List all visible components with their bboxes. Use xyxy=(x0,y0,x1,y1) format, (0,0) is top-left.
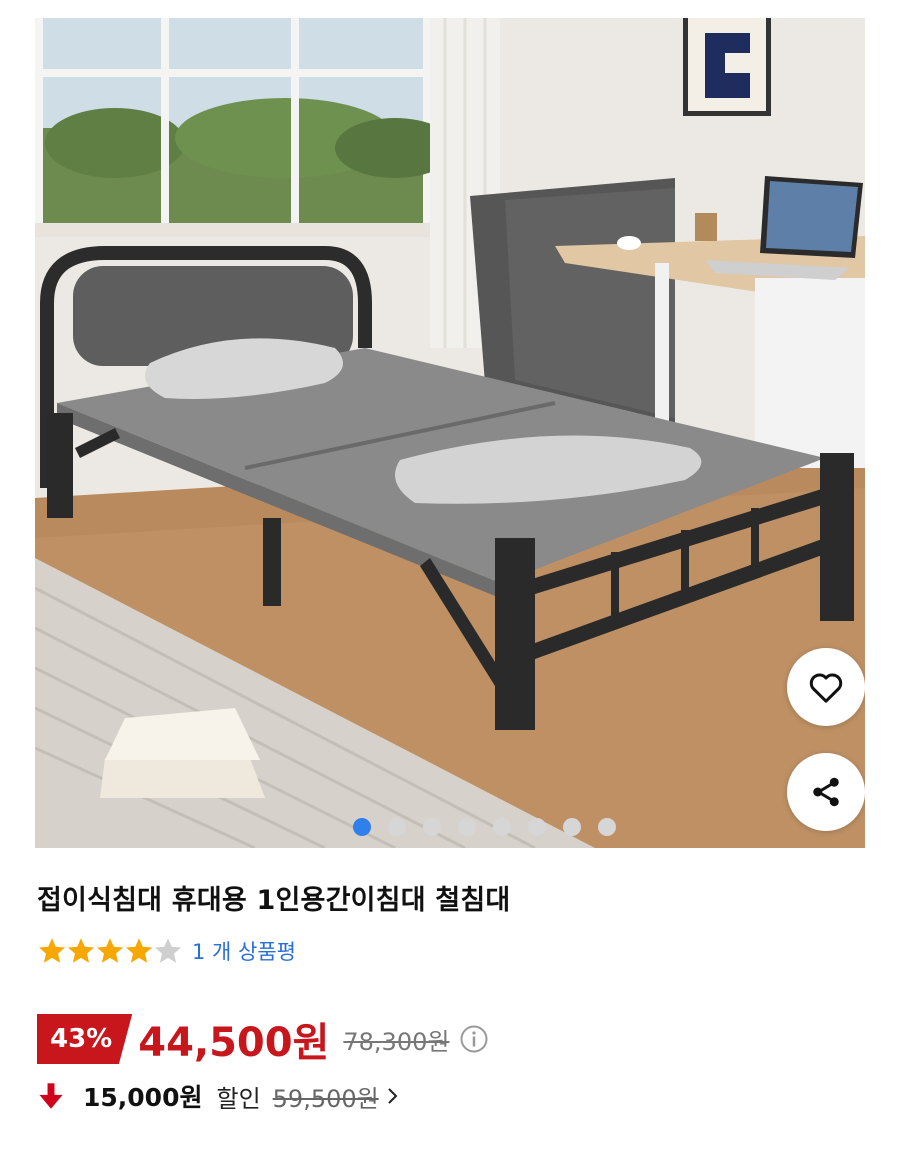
discount-badge: 43% xyxy=(37,1014,133,1064)
star-rating xyxy=(37,936,182,966)
carousel-dot[interactable] xyxy=(388,818,406,836)
carousel-dot[interactable] xyxy=(493,818,511,836)
review-count-link[interactable]: 1 개 상품평 xyxy=(192,936,296,966)
chevron-right-icon xyxy=(388,1088,398,1104)
share-icon xyxy=(813,777,839,807)
star-filled-icon xyxy=(39,938,65,963)
star-filled-icon xyxy=(97,938,123,963)
carousel-dot[interactable] xyxy=(423,818,441,836)
share-button[interactable] xyxy=(787,753,865,831)
sale-price: 44,500원 xyxy=(138,1020,330,1066)
carousel-indicator xyxy=(353,818,616,836)
rating-row: 1 개 상품평 xyxy=(37,936,296,966)
carousel-dot[interactable] xyxy=(563,818,581,836)
info-icon[interactable] xyxy=(459,1024,489,1054)
product-title: 접이식침대 휴대용 1인용간이침대 철침대 xyxy=(37,885,511,916)
carousel-dot[interactable] xyxy=(598,818,616,836)
star-empty-icon xyxy=(155,938,181,963)
carousel-dot[interactable] xyxy=(458,818,476,836)
product-photo xyxy=(35,18,865,848)
original-price: 78,300원 xyxy=(343,1027,450,1056)
heart-icon xyxy=(809,673,843,703)
carousel-dot[interactable] xyxy=(353,818,371,836)
wishlist-button[interactable] xyxy=(787,648,865,726)
coupon-discount-row[interactable]: 15,000원 할인 59,500원 xyxy=(37,1078,403,1114)
arrow-down-icon xyxy=(39,1083,63,1109)
coupon-amount: 15,000원 xyxy=(83,1083,203,1112)
star-filled-icon xyxy=(68,938,94,963)
carousel-dot[interactable] xyxy=(528,818,546,836)
coupon-base-price: 59,500원 xyxy=(272,1084,379,1113)
star-filled-icon xyxy=(126,938,152,963)
price-row: 43% 44,500원 78,300원 xyxy=(37,1010,489,1068)
coupon-label: 할인 xyxy=(216,1084,261,1113)
product-image-carousel[interactable] xyxy=(35,18,865,848)
